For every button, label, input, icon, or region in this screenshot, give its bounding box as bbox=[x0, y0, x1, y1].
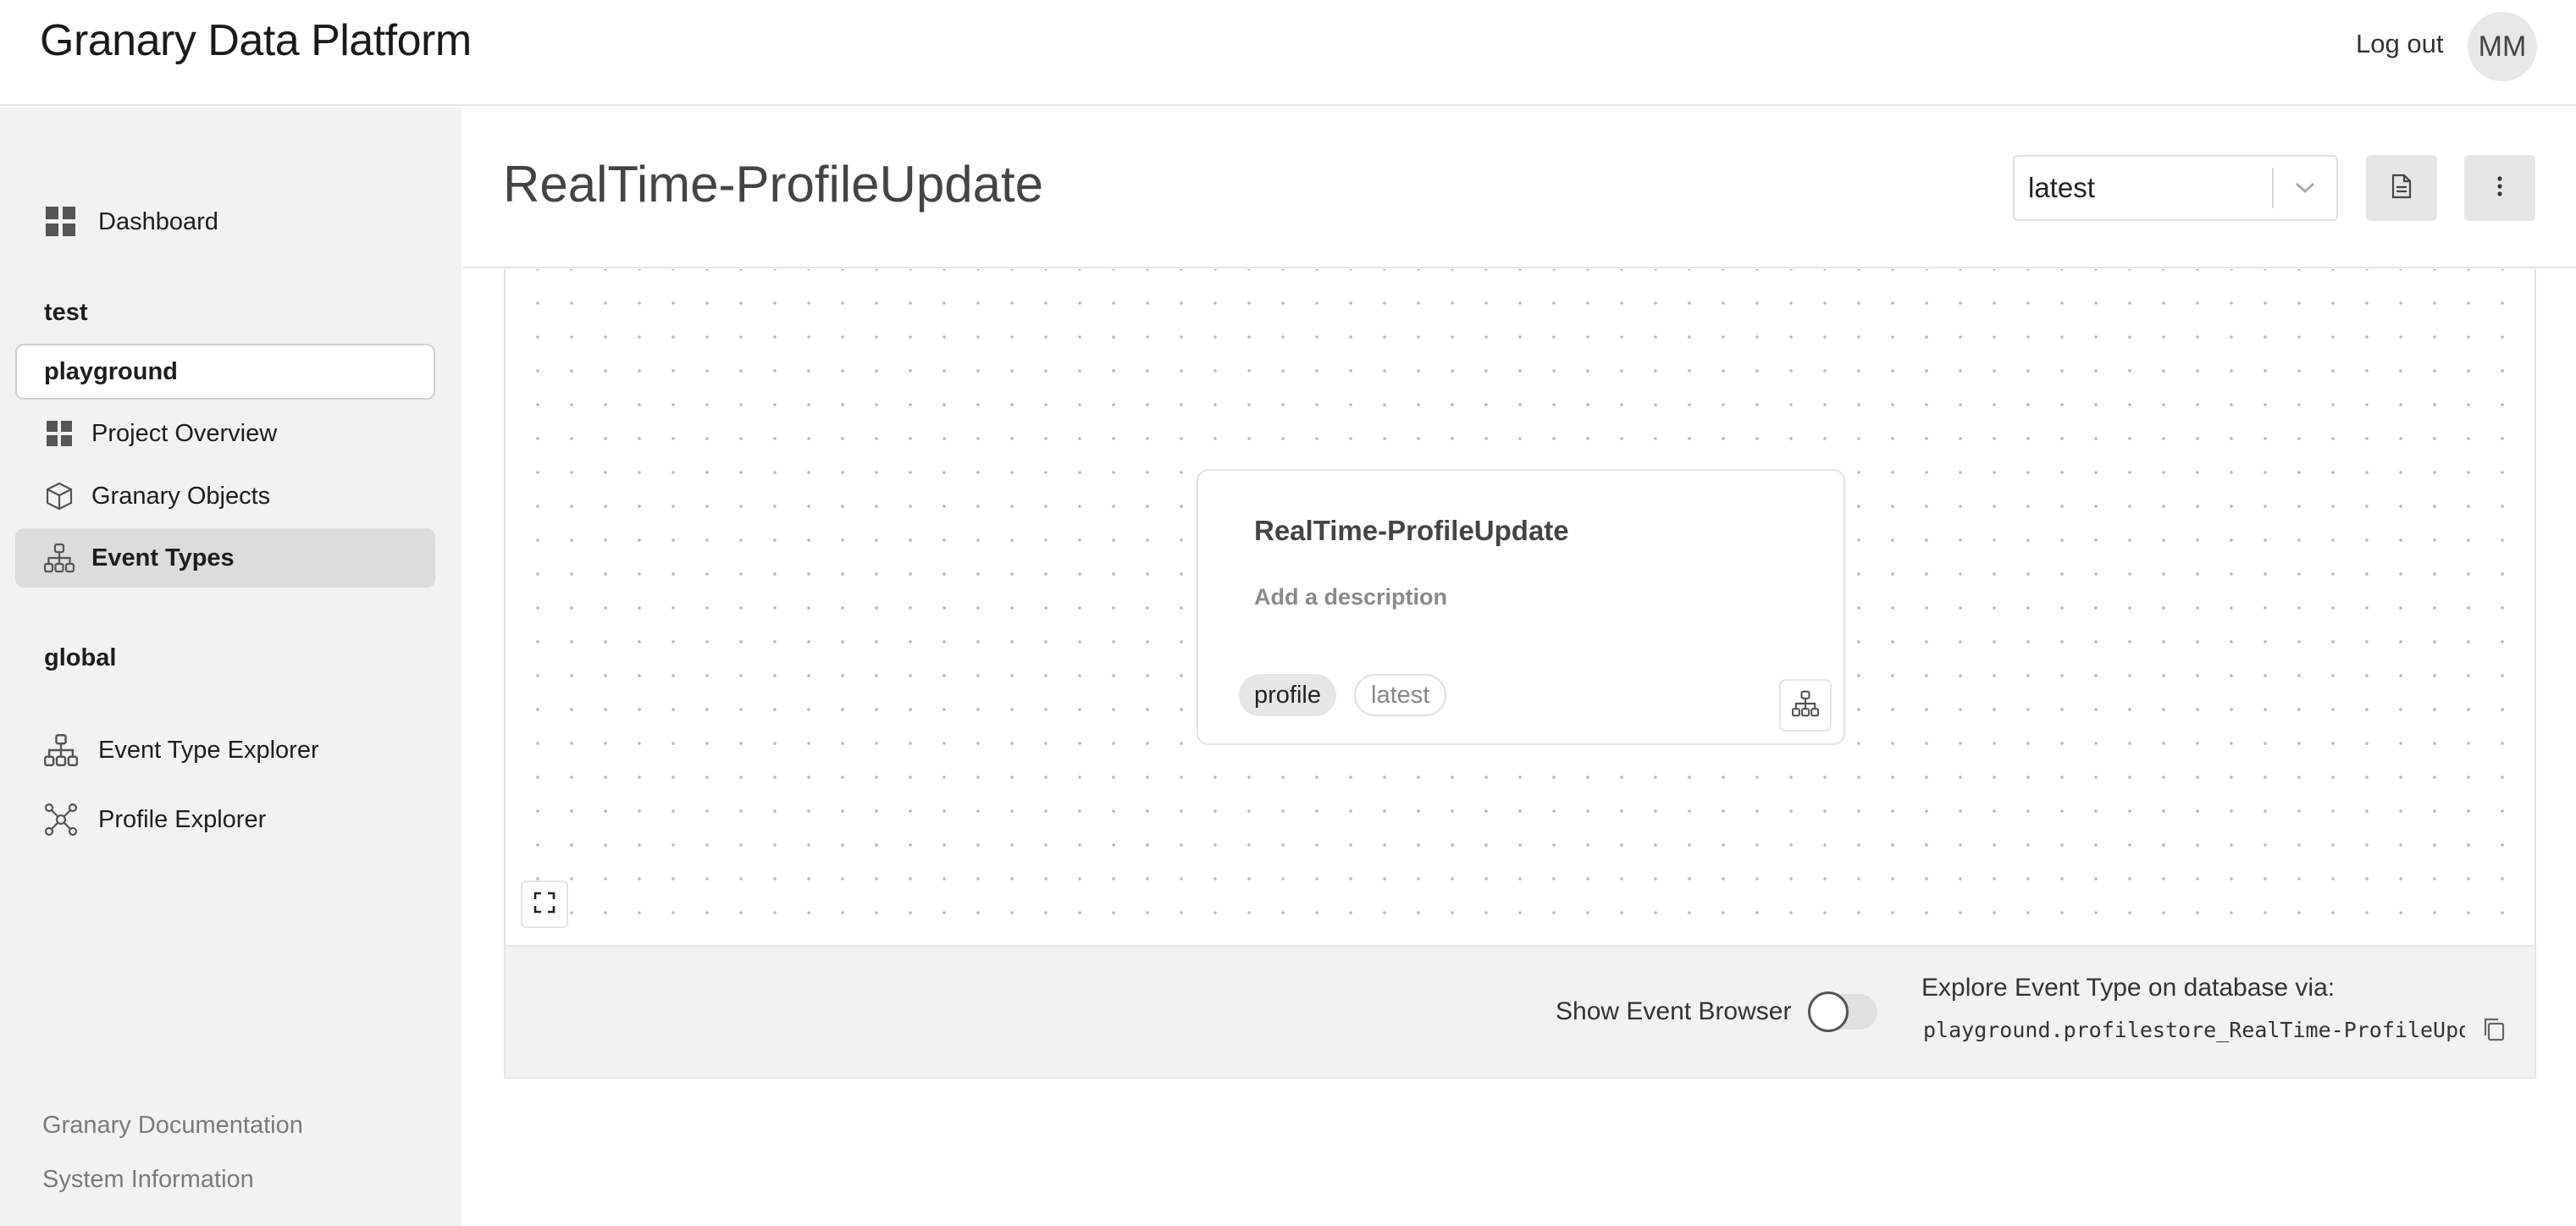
show-event-browser-label: Show Event Browser bbox=[1556, 997, 1792, 1025]
version-select-value: latest bbox=[2028, 172, 2095, 203]
document-icon bbox=[2391, 174, 2412, 203]
event-type-canvas[interactable]: RealTime-ProfileUpdate Add a description… bbox=[504, 269, 2536, 945]
sidebar-item-project-overview[interactable]: Project Overview bbox=[15, 404, 435, 463]
sidebar-item-label: Event Types bbox=[91, 544, 235, 572]
tag-latest: latest bbox=[1354, 674, 1447, 716]
fullscreen-icon bbox=[533, 892, 556, 918]
app-title: Granary Data Platform bbox=[40, 16, 472, 65]
sidebar-item-label: Event Type Explorer bbox=[98, 736, 319, 764]
event-type-node[interactable]: RealTime-ProfileUpdate Add a description… bbox=[1197, 469, 1845, 745]
sidebar-item-dashboard[interactable]: Dashboard bbox=[15, 192, 435, 251]
document-button[interactable] bbox=[2366, 155, 2437, 221]
sidebar-item-label: Project Overview bbox=[91, 419, 278, 447]
hierarchy-icon bbox=[44, 543, 75, 573]
toggle-knob bbox=[1808, 991, 1849, 1032]
fullscreen-button[interactable] bbox=[521, 881, 568, 928]
sidebar-item-label: Dashboard bbox=[98, 207, 218, 235]
grid-icon bbox=[44, 205, 78, 239]
page-title: RealTime-ProfileUpdate bbox=[503, 156, 1044, 213]
project-selector[interactable]: playground bbox=[15, 344, 435, 400]
event-browser-bar: Show Event Browser Explore Event Type on… bbox=[504, 945, 2536, 1079]
sidebar-item-profile-explorer[interactable]: Profile Explorer bbox=[15, 790, 435, 849]
version-select[interactable]: latest bbox=[2013, 155, 2338, 221]
database-table-reference: playground.profilestore_RealTime-Profile… bbox=[1923, 1018, 2465, 1042]
node-hierarchy-button[interactable] bbox=[1779, 679, 1832, 732]
section-label-test: test bbox=[44, 299, 88, 326]
system-information-link[interactable]: System Information bbox=[42, 1166, 254, 1194]
tag-profile: profile bbox=[1239, 674, 1336, 716]
section-label-global: global bbox=[44, 644, 117, 671]
page-header: RealTime-ProfileUpdate latest bbox=[463, 108, 2576, 268]
logout-link[interactable]: Log out bbox=[2356, 29, 2443, 59]
documentation-link[interactable]: Granary Documentation bbox=[42, 1112, 303, 1140]
copy-button[interactable] bbox=[2477, 1014, 2511, 1048]
cube-icon bbox=[44, 481, 75, 511]
copy-icon bbox=[2482, 1017, 2506, 1047]
hierarchy-icon bbox=[44, 733, 78, 767]
sidebar-item-label: Profile Explorer bbox=[98, 805, 267, 833]
hierarchy-icon bbox=[1791, 690, 1820, 721]
explore-label: Explore Event Type on database via: bbox=[1921, 974, 2336, 1002]
show-event-browser-toggle[interactable] bbox=[1808, 991, 1877, 1032]
sidebar-item-event-type-explorer[interactable]: Event Type Explorer bbox=[15, 721, 435, 780]
avatar[interactable]: MM bbox=[2468, 12, 2537, 81]
more-options-button[interactable] bbox=[2464, 155, 2535, 221]
node-description[interactable]: Add a description bbox=[1254, 584, 1447, 610]
sidebar-item-label: Granary Objects bbox=[91, 482, 271, 510]
node-title: RealTime-ProfileUpdate bbox=[1254, 515, 1569, 546]
grid-icon bbox=[44, 418, 75, 449]
sidebar: Dashboard test playground Project Overvi… bbox=[0, 108, 462, 1226]
sidebar-item-granary-objects[interactable]: Granary Objects bbox=[15, 467, 435, 526]
top-bar: Granary Data Platform Log out MM bbox=[0, 0, 2576, 106]
sidebar-item-event-types[interactable]: Event Types bbox=[15, 528, 435, 588]
more-vertical-icon bbox=[2496, 175, 2503, 202]
chevron-down-icon bbox=[2274, 181, 2336, 195]
network-icon bbox=[44, 803, 78, 837]
